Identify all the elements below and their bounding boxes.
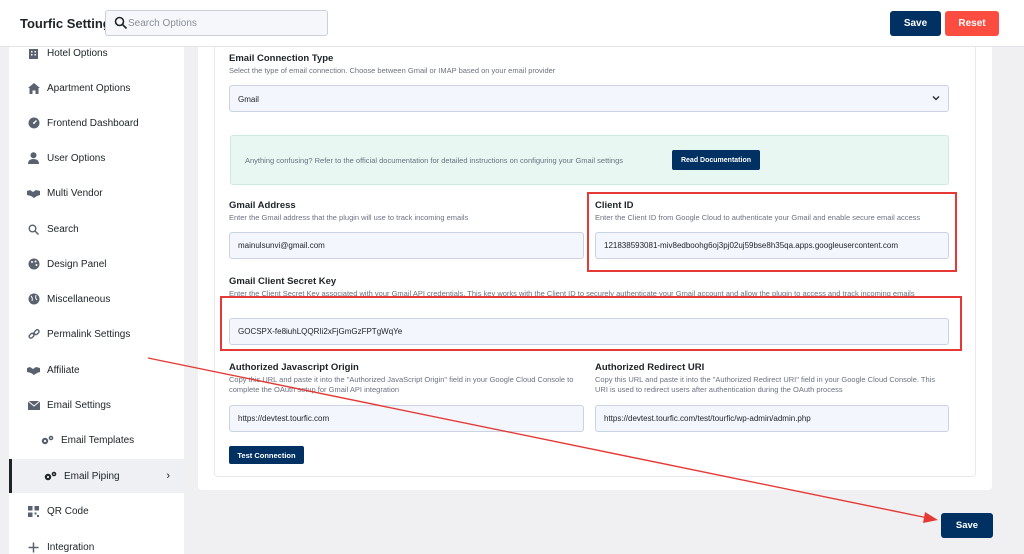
connection-type-value: Gmail [238, 95, 259, 104]
sidebar-item-email-templates[interactable]: Email Templates [9, 423, 184, 457]
sidebar-item-label: User Options [47, 152, 106, 164]
qrcode-icon [27, 505, 40, 518]
js-origin-input[interactable] [229, 405, 584, 432]
sidebar-item-multi-vendor[interactable]: Multi Vendor [9, 176, 184, 210]
sidebar: Hotel Options Apartment Options Frontend… [9, 47, 184, 554]
sidebar-item-label: Affiliate [47, 364, 80, 376]
js-origin-title: Authorized Javascript Origin [229, 362, 359, 373]
gmail-address-desc: Enter the Gmail address that the plugin … [229, 213, 469, 222]
client-secret-highlight-box [220, 296, 962, 351]
sidebar-item-label: Search [47, 223, 79, 235]
sidebar-item-miscellaneous[interactable]: Miscellaneous [9, 282, 184, 316]
connection-type-desc: Select the type of email connection. Cho… [229, 66, 556, 75]
search-input[interactable] [128, 14, 324, 32]
home-icon [27, 82, 40, 95]
sidebar-item-user-options[interactable]: User Options [9, 141, 184, 175]
sidebar-item-email-settings[interactable]: Email Settings [9, 388, 184, 422]
sidebar-item-label: Email Piping [64, 470, 120, 482]
sidebar-item-hotel-options[interactable]: Hotel Options [9, 36, 184, 70]
gears-icon [44, 470, 57, 483]
documentation-notice: Anything confusing? Refer to the officia… [230, 135, 949, 185]
sidebar-item-label: Email Settings [47, 399, 111, 411]
sidebar-item-email-piping[interactable]: Email Piping › [9, 459, 184, 493]
sidebar-item-label: Miscellaneous [47, 293, 111, 305]
app-title: Tourfic Settings [20, 16, 118, 31]
sidebar-item-design-panel[interactable]: Design Panel [9, 247, 184, 281]
connection-type-select[interactable]: Gmail [229, 85, 949, 112]
chevron-down-icon [932, 96, 940, 101]
sidebar-item-label: Hotel Options [47, 47, 108, 59]
sidebar-item-label: Design Panel [47, 258, 107, 270]
search-box[interactable] [105, 10, 328, 36]
hotel-icon [27, 47, 40, 60]
save-button-top[interactable]: Save [890, 11, 941, 36]
sidebar-item-permalink-settings[interactable]: Permalink Settings [9, 317, 184, 351]
sidebar-item-integration[interactable]: Integration [9, 530, 184, 554]
user-icon [27, 152, 40, 165]
dashboard-icon [27, 117, 40, 130]
chevron-right-icon: › [166, 470, 170, 482]
save-button-bottom[interactable]: Save [941, 513, 993, 538]
test-connection-button[interactable]: Test Connection [229, 446, 304, 464]
sidebar-item-frontend-dashboard[interactable]: Frontend Dashboard [9, 106, 184, 140]
plus-icon [27, 541, 40, 554]
sidebar-item-label: Email Templates [61, 434, 135, 446]
read-documentation-button[interactable]: Read Documentation [672, 150, 760, 170]
handshake-icon [27, 187, 40, 200]
gmail-address-title: Gmail Address [229, 200, 296, 211]
palette-icon [27, 258, 40, 271]
handshake-icon [27, 364, 40, 377]
sidebar-item-search[interactable]: Search [9, 212, 184, 246]
sidebar-item-affiliate[interactable]: Affiliate [9, 353, 184, 387]
redirect-uri-title: Authorized Redirect URI [595, 362, 705, 373]
connection-type-title: Email Connection Type [229, 53, 334, 64]
sidebar-item-label: Multi Vendor [47, 187, 103, 199]
envelope-icon [27, 399, 40, 412]
sidebar-item-label: QR Code [47, 505, 89, 517]
sidebar-item-apartment-options[interactable]: Apartment Options [9, 71, 184, 105]
js-origin-desc: Copy this URL and paste it into the "Aut… [229, 375, 574, 394]
sidebar-item-label: Frontend Dashboard [47, 117, 139, 129]
client-secret-title: Gmail Client Secret Key [229, 276, 337, 287]
redirect-uri-input[interactable] [595, 405, 949, 432]
gears-icon [41, 434, 54, 447]
notice-text: Anything confusing? Refer to the officia… [245, 156, 623, 165]
sidebar-item-label: Permalink Settings [47, 328, 131, 340]
gmail-address-input[interactable] [229, 232, 584, 259]
link-icon [27, 328, 40, 341]
client-id-highlight-box [587, 192, 957, 272]
sidebar-item-qr-code[interactable]: QR Code [9, 494, 184, 528]
redirect-uri-desc: Copy this URL and paste it into the "Aut… [595, 375, 936, 394]
sidebar-item-label: Apartment Options [47, 82, 131, 94]
search-icon [114, 16, 128, 30]
sidebar-item-label: Integration [47, 541, 95, 553]
globe-icon [27, 293, 40, 306]
reset-button[interactable]: Reset [945, 11, 999, 36]
search-icon [27, 223, 40, 236]
